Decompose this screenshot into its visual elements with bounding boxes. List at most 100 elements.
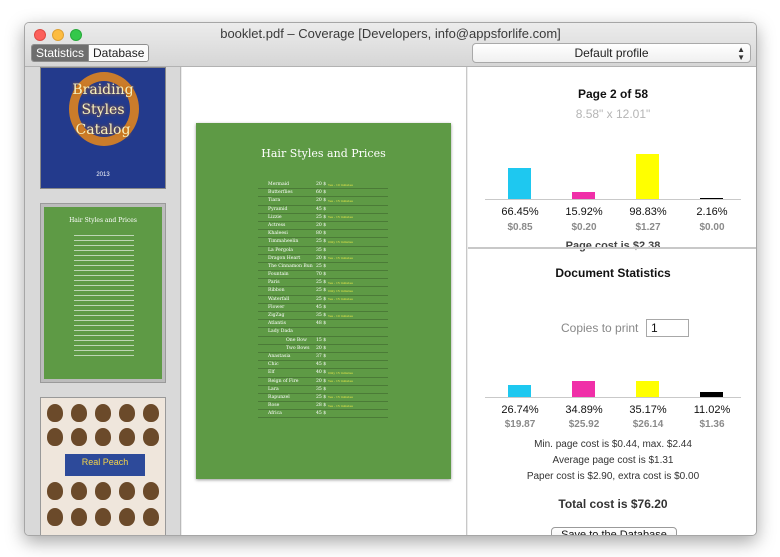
price-row-price: 25 $	[316, 288, 327, 294]
document-stats-title: Document Statistics	[555, 266, 671, 280]
price-row-name: Waterfall	[268, 296, 290, 302]
price-row-name: Mermaid	[268, 182, 290, 187]
price-row-price: 25 $	[316, 239, 327, 245]
price-row-name: ZigZag	[268, 313, 285, 318]
price-row-price: 48 $	[316, 321, 327, 327]
price-row-price: 20 $	[316, 182, 327, 187]
price-row-price: 35 $	[316, 386, 327, 392]
profile-popup[interactable]: Default profile ▲ ▼	[472, 43, 751, 63]
price-row: Two Bows 20 $	[258, 345, 388, 353]
price-row: Anastasia 37 $	[258, 353, 388, 362]
price-row-price: 20 $	[316, 255, 327, 261]
price-row: Mermaid 20 $ Yes - 10 minutes	[258, 181, 388, 190]
price-row: Tiara 20 $ Yes - 15 minutes	[258, 197, 388, 206]
price-row-price: 60 $	[316, 190, 327, 196]
tab-statistics[interactable]: Statistics	[32, 45, 90, 61]
price-row-name: Chic	[268, 362, 279, 368]
statistics-pane: Page 2 of 58 8.58" x 12.01" 66.45% $0.85 1…	[468, 67, 756, 535]
price-row-price: 25 $	[316, 296, 327, 302]
cyan-ink-bar	[508, 385, 531, 397]
price-row: Reign of Fire 20 $ Yes - 15 minutes	[258, 378, 388, 386]
page-preview: Hair Styles and Prices Mermaid 20 $ Yes - …	[196, 123, 451, 479]
price-row-price: 70 $	[316, 272, 327, 278]
price-row: Rose 28 $ Yes - 15 minutes	[258, 402, 388, 411]
price-row-tag: Yes - 15 minutes	[328, 297, 353, 302]
price-list: Mermaid 20 $ Yes - 10 minutes Butterflies 60…	[258, 181, 388, 419]
price-row: Fountain 70 $	[258, 271, 388, 280]
price-row-price: 45 $	[316, 362, 327, 368]
price-row: Ribbon 25 $ Only 15 minutes	[258, 287, 388, 296]
page-stats-title: Page 2 of 58	[577, 87, 649, 101]
price-row-tag: Only 15 minutes	[328, 288, 353, 293]
price-row-name: Paris	[268, 280, 280, 286]
price-row-name: The Cinnamon Bun	[268, 263, 313, 269]
updown-arrows-icon: ▲ ▼	[737, 45, 745, 62]
magenta-ink-bar	[572, 381, 595, 397]
page-preview-pane: Hair Styles and Prices Mermaid 20 $ Yes - …	[182, 67, 467, 535]
profile-label: Default profile	[574, 46, 649, 60]
cyan-ink-bar	[508, 168, 531, 199]
tab-database[interactable]: Database	[89, 45, 149, 61]
price-row-price: 15 $	[316, 337, 327, 343]
price-row-name: Africa	[268, 411, 282, 417]
price-row: Chic 45 $	[258, 361, 388, 370]
price-row: The Cinnamon Bun 25 $	[258, 263, 388, 272]
thumbnail-page-3[interactable]: Real Peach	[40, 397, 166, 535]
thumbnail-page-1[interactable]: Braiding Styles Catalog 2013	[40, 67, 166, 189]
price-row-name: Rapunzel	[268, 394, 290, 400]
price-row: Timmaheelin 25 $ Only 15 minutes	[258, 238, 388, 247]
thumbnail-page-2[interactable]: Hair Styles and Prices	[40, 203, 166, 383]
save-to-database-button[interactable]: Save to the Database	[551, 527, 677, 535]
total-cost: Total cost is $76.20	[558, 497, 668, 511]
price-row: ZigZag 35 $ Yes - 10 minutes	[258, 312, 388, 321]
price-row-tag: Yes - 15 minutes	[328, 280, 353, 285]
yellow-ink-bar	[636, 154, 659, 199]
magenta-ink-percent: 34.89%	[565, 404, 603, 416]
yellow-ink-cost: $26.14	[632, 419, 664, 430]
price-row-price: 35 $	[316, 313, 327, 318]
price-row-tag: Yes - 15 minutes	[328, 395, 353, 400]
price-row-name: Pyramid	[268, 206, 288, 212]
price-row-name: Ribbon	[268, 288, 285, 294]
chart-baseline	[485, 397, 741, 398]
price-row-name: La Pergola	[268, 247, 293, 253]
cover-title-line: Styles	[81, 102, 125, 118]
price-row-name: Fountain	[268, 272, 289, 278]
price-row-tag: Only 15 minutes	[328, 370, 353, 375]
price-row-name: Timmaheelin	[268, 239, 299, 245]
price-row-name: Rose	[268, 403, 280, 409]
black-ink-cost: $0.00	[699, 222, 725, 233]
price-row-tag: Only 15 minutes	[328, 239, 353, 244]
price-row-name: Atlantis	[268, 321, 286, 327]
black-ink-percent: 11.02%	[693, 404, 731, 416]
price-row-price: 35 $	[316, 247, 327, 253]
thumbnail-page-2-image: Hair Styles and Prices	[44, 207, 162, 379]
price-row: Pyramid 45 $	[258, 206, 388, 214]
price-row-tag: Yes - 15 minutes	[328, 403, 353, 408]
price-row-tag: Yes - 15 minutes	[328, 215, 353, 220]
cyan-ink-cost: $19.87	[504, 419, 536, 430]
price-row-price: 20 $	[316, 222, 327, 228]
price-row-price: 25 $	[316, 263, 327, 269]
price-row: Lady Dada	[258, 328, 388, 337]
price-row: Paris 25 $ Yes - 15 minutes	[258, 279, 388, 288]
copies-input[interactable]: 1	[646, 319, 689, 337]
app-window: booklet.pdf – Coverage [Developers, info…	[24, 22, 757, 536]
paper-cost: Paper cost is $2.90, extra cost is $0.00	[526, 471, 700, 482]
black-ink-percent: 2.16%	[696, 206, 728, 218]
page-cost: Page cost is $2.38	[565, 240, 661, 252]
price-row-name: Dragon Heart	[268, 255, 301, 261]
page-thumbnails-sidebar[interactable]: Braiding Styles Catalog 2013 Hair Styles…	[25, 67, 181, 535]
cover-title-line: Braiding	[72, 82, 134, 98]
magenta-ink-cost: $25.92	[568, 419, 600, 430]
price-row: Lizzie 25 $ Yes - 15 minutes	[258, 214, 388, 222]
thumbnail-page-title: Hair Styles and Prices	[69, 217, 137, 224]
price-row-price: 45 $	[316, 304, 327, 310]
price-row: Rapunzel 25 $ Yes - 15 minutes	[258, 394, 388, 403]
price-row: Dragon Heart 20 $ Yes - 15 minutes	[258, 255, 388, 263]
magenta-ink-percent: 15.92%	[565, 206, 603, 218]
min-max-cost: Min. page cost is $0.44, max. $2.44	[534, 439, 692, 450]
yellow-ink-cost: $1.27	[635, 222, 661, 233]
photo-banner: Real Peach	[65, 454, 145, 476]
price-row-name: Butterflies	[268, 190, 293, 196]
